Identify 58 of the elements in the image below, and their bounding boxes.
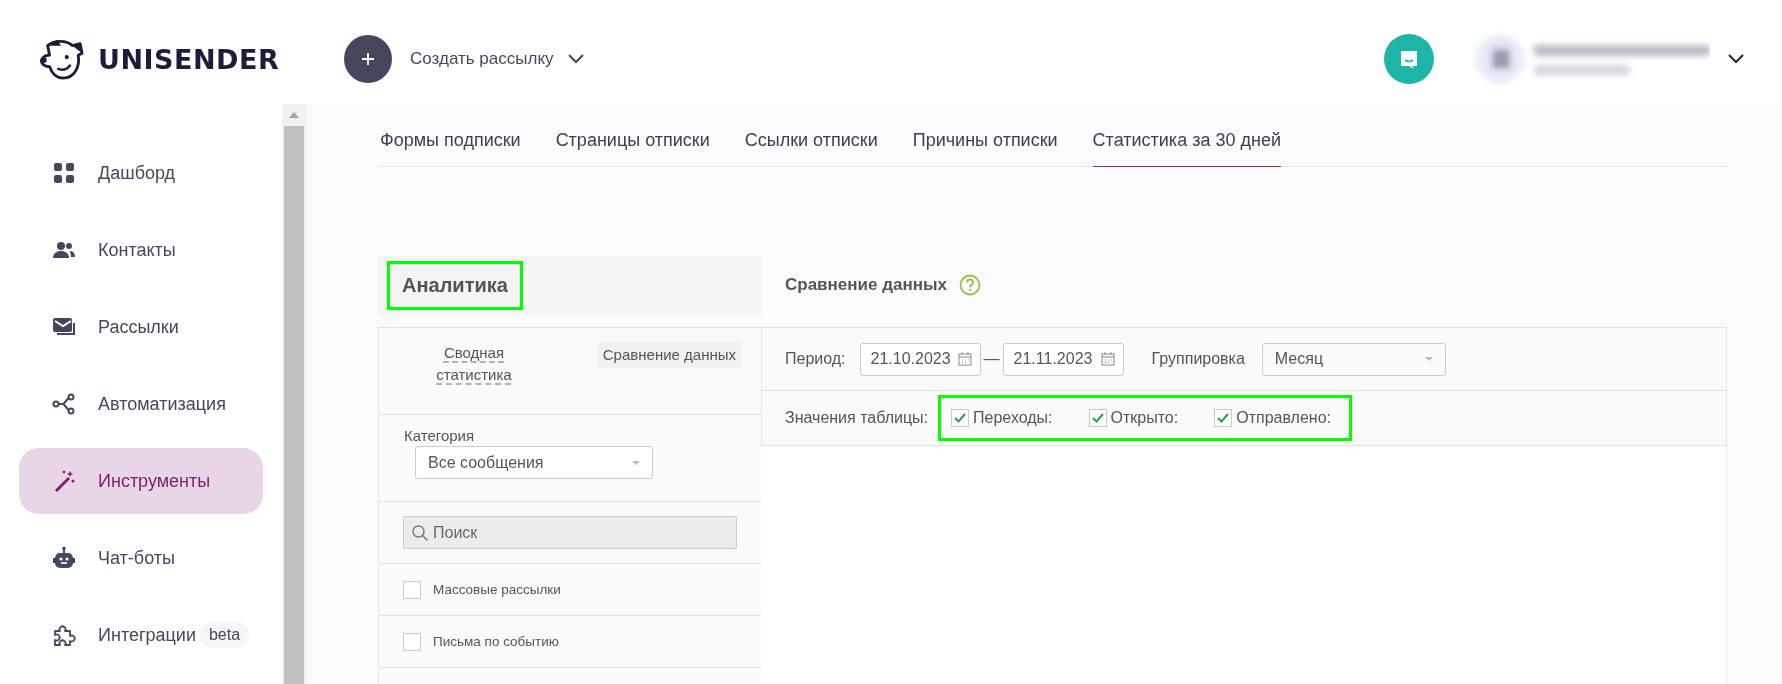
checkbox[interactable] xyxy=(951,409,970,427)
sidebar-item[interactable]: Чат-боты xyxy=(19,525,263,591)
date-field[interactable]: 21.10.2023 xyxy=(859,342,981,376)
search-field[interactable]: Поиск xyxy=(403,516,737,549)
help-icon[interactable] xyxy=(958,274,981,296)
checkbox-label: Письма по событию xyxy=(433,634,559,649)
category-select[interactable]: Все сообщения xyxy=(415,446,653,479)
checkbox-label: Переходы: xyxy=(973,409,1053,427)
calendar-icon xyxy=(957,352,972,366)
caret-icon xyxy=(1424,357,1433,361)
chevron-down-icon[interactable] xyxy=(1728,54,1744,64)
sidebar-item[interactable]: Дашборд xyxy=(19,140,263,206)
calendar-icon xyxy=(1100,352,1115,366)
checkbox[interactable] xyxy=(403,580,421,599)
plus-button[interactable] xyxy=(344,35,392,83)
checkbox-label: Открыто: xyxy=(1110,409,1179,427)
chat-icon xyxy=(1398,48,1420,70)
tab[interactable]: Статистика за 30 дней xyxy=(1092,130,1281,167)
field-label: Группировка xyxy=(1151,350,1245,368)
tab[interactable]: Формы подписки xyxy=(380,130,521,167)
checkbox[interactable] xyxy=(1214,409,1233,427)
tab[interactable]: Причины отписки xyxy=(912,130,1058,167)
tab[interactable]: Ссылки отписки xyxy=(744,130,878,167)
scrollbar-thumb[interactable] xyxy=(284,126,304,684)
puzzle-icon xyxy=(52,623,76,647)
grouping-select[interactable]: Месяц xyxy=(1261,342,1446,376)
robot-icon xyxy=(52,546,76,570)
checkbox[interactable] xyxy=(403,632,421,651)
search-icon xyxy=(411,524,429,542)
brand-name: UNISENDER xyxy=(98,43,280,75)
sidebar-item[interactable]: Контакты xyxy=(19,217,263,283)
section-title: Сравнение данных xyxy=(785,275,947,295)
scroll-up-icon[interactable] xyxy=(289,112,299,118)
field-label: Категория xyxy=(404,427,476,444)
chevron-down-icon xyxy=(567,54,584,64)
field-label: Значения таблицы: xyxy=(785,409,929,427)
chat-button[interactable] xyxy=(1384,34,1434,84)
grid-icon xyxy=(52,161,76,185)
dog-logo-icon xyxy=(38,38,86,80)
nodes-icon xyxy=(52,392,76,416)
sidebar-item[interactable]: Инструменты xyxy=(19,448,263,514)
checkbox-label: Отправлено: xyxy=(1236,409,1331,427)
section-title: Аналитика xyxy=(387,260,523,310)
sidebar-item[interactable]: Автоматизация xyxy=(19,371,263,437)
date-field[interactable]: 21.11.2023 xyxy=(1002,342,1124,376)
checkbox-label: Массовые рассылки xyxy=(433,582,561,597)
field-label: Период: xyxy=(785,350,846,368)
tab[interactable]: Страницы отписки xyxy=(555,130,710,167)
sidebar-item[interactable]: Рассылки xyxy=(19,294,263,360)
caret-icon xyxy=(632,460,640,465)
sidebar-item[interactable]: Интеграции beta xyxy=(19,602,263,668)
checkbox[interactable] xyxy=(1088,409,1107,427)
create-mailing-dropdown[interactable]: Создать рассылку xyxy=(410,49,584,69)
plus-icon xyxy=(360,51,376,67)
mode-tab[interactable]: Сравнение данных xyxy=(597,342,741,368)
mode-link[interactable]: Сводная статистика xyxy=(419,342,529,386)
beta-badge: beta xyxy=(199,622,250,648)
range-separator: — xyxy=(983,350,1000,368)
